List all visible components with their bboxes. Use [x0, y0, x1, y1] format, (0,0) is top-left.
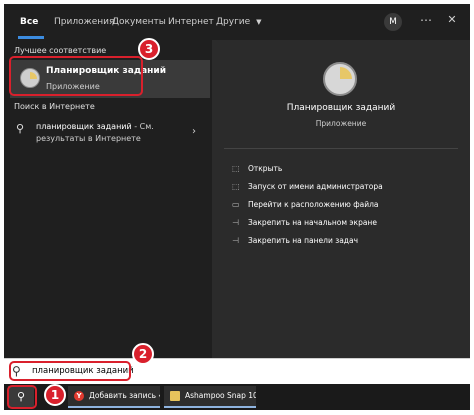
taskbar-app-browser[interactable]: Y Добавить запись ‹ ...	[68, 386, 160, 408]
tab-web[interactable]: Интернет	[168, 4, 214, 40]
open-icon: ⬚	[232, 164, 240, 173]
web-search-subtitle: результаты в Интернете	[36, 134, 141, 143]
tab-all[interactable]: Все	[20, 4, 38, 40]
taskbar-app-ashampoo[interactable]: Ashampoo Snap 10	[164, 386, 256, 408]
search-icon: ⚲	[16, 122, 25, 135]
yandex-browser-icon: Y	[74, 391, 84, 401]
action-pin-to-taskbar[interactable]: ⊣ Закрепить на панели задач	[232, 236, 358, 252]
highlight-taskbar-search	[7, 385, 37, 409]
action-run-as-admin-label: Запуск от имени администратора	[248, 182, 383, 191]
more-options-icon[interactable]: ⋯	[416, 10, 436, 30]
divider	[224, 148, 458, 149]
detail-app-type: Приложение	[315, 119, 367, 128]
highlight-search-input	[9, 361, 131, 381]
active-tab-indicator	[18, 36, 44, 39]
highlight-best-match	[9, 56, 143, 96]
folder-icon	[170, 391, 180, 401]
action-run-as-admin[interactable]: ⬚ Запуск от имени администратора	[232, 182, 383, 198]
web-search-query: планировщик заданий	[36, 122, 132, 131]
detail-panel: Планировщик заданий Приложение ⬚ Открыть …	[212, 40, 470, 358]
web-search-query-line: планировщик заданий - См.	[36, 122, 154, 131]
detail-app-name: Планировщик заданий	[286, 103, 396, 113]
action-pin-to-start[interactable]: ⊣ Закрепить на начальном экране	[232, 218, 377, 234]
tab-apps[interactable]: Приложения	[54, 4, 114, 40]
web-search-heading: Поиск в Интернете	[14, 102, 95, 111]
close-icon[interactable]: ✕	[442, 10, 462, 30]
step-badge-1: 1	[44, 384, 66, 406]
shield-icon: ⬚	[232, 182, 240, 191]
chevron-down-icon: ▼	[256, 18, 262, 26]
file-location-icon: ▭	[232, 200, 240, 209]
action-pin-to-taskbar-label: Закрепить на панели задач	[248, 236, 359, 245]
action-pin-to-start-label: Закрепить на начальном экране	[248, 218, 377, 227]
account-avatar[interactable]: M	[384, 13, 402, 31]
action-open-label: Открыть	[248, 164, 283, 173]
taskbar-app-browser-label: Добавить запись ‹ ...	[89, 391, 160, 400]
action-open-file-location[interactable]: ▭ Перейти к расположению файла	[232, 200, 379, 216]
search-filter-bar: Все Приложения Документы Интернет Другие…	[4, 4, 470, 40]
taskbar: ⚲ YДобавить запись ‹ ... Ashampoo Snap 1…	[4, 384, 470, 410]
best-match-heading: Лучшее соответствие	[14, 46, 107, 55]
tab-more[interactable]: Другие ▼	[216, 4, 261, 40]
web-search-item[interactable]: ⚲ планировщик заданий - См. результаты в…	[10, 116, 210, 150]
tab-documents[interactable]: Документы	[112, 4, 166, 40]
taskbar-app-ashampoo-label: Ashampoo Snap 10	[185, 391, 256, 400]
step-badge-2: 2	[132, 343, 154, 365]
action-open[interactable]: ⬚ Открыть	[232, 164, 282, 180]
web-search-suffix: - См.	[131, 122, 154, 131]
pin-icon: ⊣	[232, 218, 239, 227]
pin-icon: ⊣	[232, 236, 239, 245]
tab-more-label: Другие	[216, 17, 251, 27]
task-scheduler-large-icon	[323, 62, 357, 96]
step-badge-3: 3	[138, 38, 160, 60]
chevron-right-icon[interactable]: ›	[192, 126, 196, 137]
action-open-file-location-label: Перейти к расположению файла	[248, 200, 379, 209]
